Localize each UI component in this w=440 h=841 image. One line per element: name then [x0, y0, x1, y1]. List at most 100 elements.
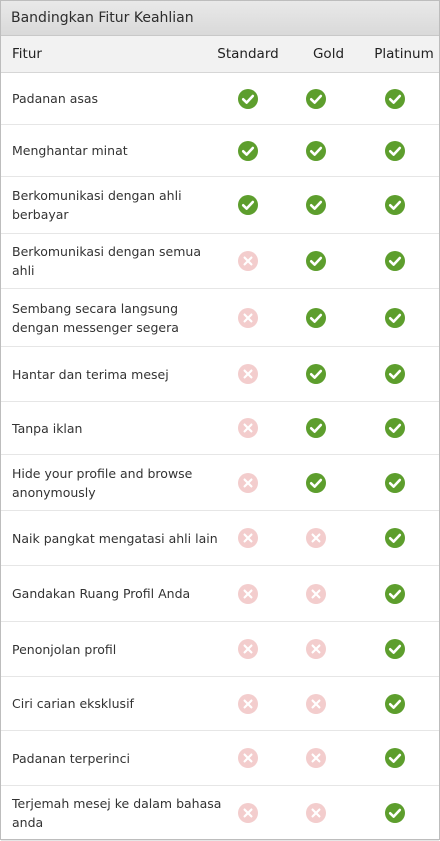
check-circle-icon [384, 418, 405, 438]
check-circle-icon [384, 803, 405, 823]
table-row: Menghantar minat [1, 125, 439, 177]
table-row: Gandakan Ruang Profil Anda [1, 566, 439, 622]
check-circle-icon [306, 251, 326, 271]
feature-label: Ciri carian eksklusif [12, 696, 134, 711]
panel-title: Bandingkan Fitur Keahlian [1, 1, 439, 36]
cell-platinum [358, 693, 439, 714]
cell-platinum [358, 195, 439, 215]
feature-label: Terjemah mesej ke dalam bahasa anda [12, 796, 222, 830]
header-gold: Gold [312, 46, 345, 62]
feature-label: Padanan terperinci [12, 750, 130, 766]
cell-platinum [358, 583, 439, 604]
cell-standard [222, 195, 274, 215]
table-row: Padanan asas [1, 73, 439, 125]
x-circle-icon [238, 583, 258, 604]
cell-platinum [358, 307, 439, 328]
x-circle-icon [238, 418, 258, 438]
cell-platinum [358, 803, 439, 823]
x-circle-icon [306, 639, 326, 659]
cell-standard [222, 639, 274, 659]
cell-gold [274, 583, 358, 604]
cell-platinum [358, 472, 439, 493]
check-circle-icon [384, 528, 405, 548]
x-circle-icon [306, 583, 326, 604]
cell-platinum [358, 251, 439, 271]
x-circle-icon [238, 803, 258, 823]
feature-label: Sembang secara langsung dengan messenger… [12, 300, 179, 335]
check-circle-icon [238, 88, 258, 109]
feature-label: Hantar dan terima mesej [12, 366, 169, 382]
cell-standard [222, 472, 274, 493]
cell-platinum [358, 140, 439, 161]
cell-gold [274, 195, 358, 215]
cell-gold [274, 528, 358, 548]
cell-platinum [358, 364, 439, 384]
check-circle-icon [384, 639, 405, 659]
cell-standard [222, 693, 274, 714]
check-circle-icon [306, 418, 326, 438]
x-circle-icon [238, 693, 258, 714]
cell-gold [274, 307, 358, 328]
check-circle-icon [384, 88, 405, 109]
feature-label: Gandakan Ruang Profil Anda [12, 586, 191, 601]
check-circle-icon [306, 140, 326, 161]
feature-label: Berkomunikasi dengan semua ahli [12, 244, 201, 278]
x-circle-icon [238, 748, 258, 768]
check-circle-icon [238, 195, 258, 215]
check-circle-icon [306, 307, 326, 328]
check-circle-icon [384, 364, 405, 384]
x-circle-icon [306, 528, 326, 548]
check-circle-icon [306, 195, 326, 215]
header-standard: Standard [217, 46, 279, 62]
cell-gold [274, 748, 358, 768]
cell-gold [274, 803, 358, 823]
check-circle-icon [384, 195, 405, 215]
cell-standard [222, 583, 274, 604]
cell-gold [274, 472, 358, 493]
table-row: Padanan terperinci [1, 731, 439, 786]
check-circle-icon [384, 472, 405, 493]
x-circle-icon [306, 748, 326, 768]
cell-gold [274, 639, 358, 659]
check-circle-icon [306, 472, 326, 493]
x-circle-icon [238, 307, 258, 328]
cell-standard [222, 307, 274, 328]
table-row: Berkomunikasi dengan semua ahli [1, 234, 439, 289]
cell-gold [274, 364, 358, 384]
cell-platinum [358, 639, 439, 659]
cell-standard [222, 803, 274, 823]
table-header: Fitur Standard Gold Platinum [1, 36, 439, 73]
table-row: Naik pangkat mengatasi ahli lain [1, 511, 439, 566]
check-circle-icon [384, 140, 405, 161]
table-row: Berkomunikasi dengan ahli berbayar [1, 177, 439, 234]
check-circle-icon [384, 693, 405, 714]
cell-standard [222, 364, 274, 384]
cell-standard [222, 140, 274, 161]
x-circle-icon [238, 528, 258, 548]
cell-standard [222, 251, 274, 271]
x-circle-icon [238, 639, 258, 659]
table-row: Tanpa iklan [1, 402, 439, 455]
check-circle-icon [306, 88, 326, 109]
cell-platinum [358, 88, 439, 109]
cell-platinum [358, 418, 439, 438]
x-circle-icon [238, 364, 258, 384]
header-feature: Fitur [12, 46, 42, 62]
feature-comparison-panel: Bandingkan Fitur Keahlian Fitur Standard… [0, 0, 440, 841]
check-circle-icon [384, 307, 405, 328]
check-circle-icon [384, 583, 405, 604]
cell-standard [222, 528, 274, 548]
x-circle-icon [306, 693, 326, 714]
check-circle-icon [306, 364, 326, 384]
table-row: Penonjolan profil [1, 622, 439, 677]
x-circle-icon [238, 472, 258, 493]
feature-label: Padanan asas [12, 91, 99, 106]
table-row: Ciri carian eksklusif [1, 677, 439, 731]
cell-standard [222, 418, 274, 438]
cell-platinum [358, 748, 439, 768]
feature-label: Menghantar minat [12, 143, 128, 158]
feature-label: Hide your profile and browse anonymously [12, 465, 193, 500]
x-circle-icon [306, 803, 326, 823]
cell-gold [274, 140, 358, 161]
feature-label: Penonjolan profil [12, 641, 117, 657]
